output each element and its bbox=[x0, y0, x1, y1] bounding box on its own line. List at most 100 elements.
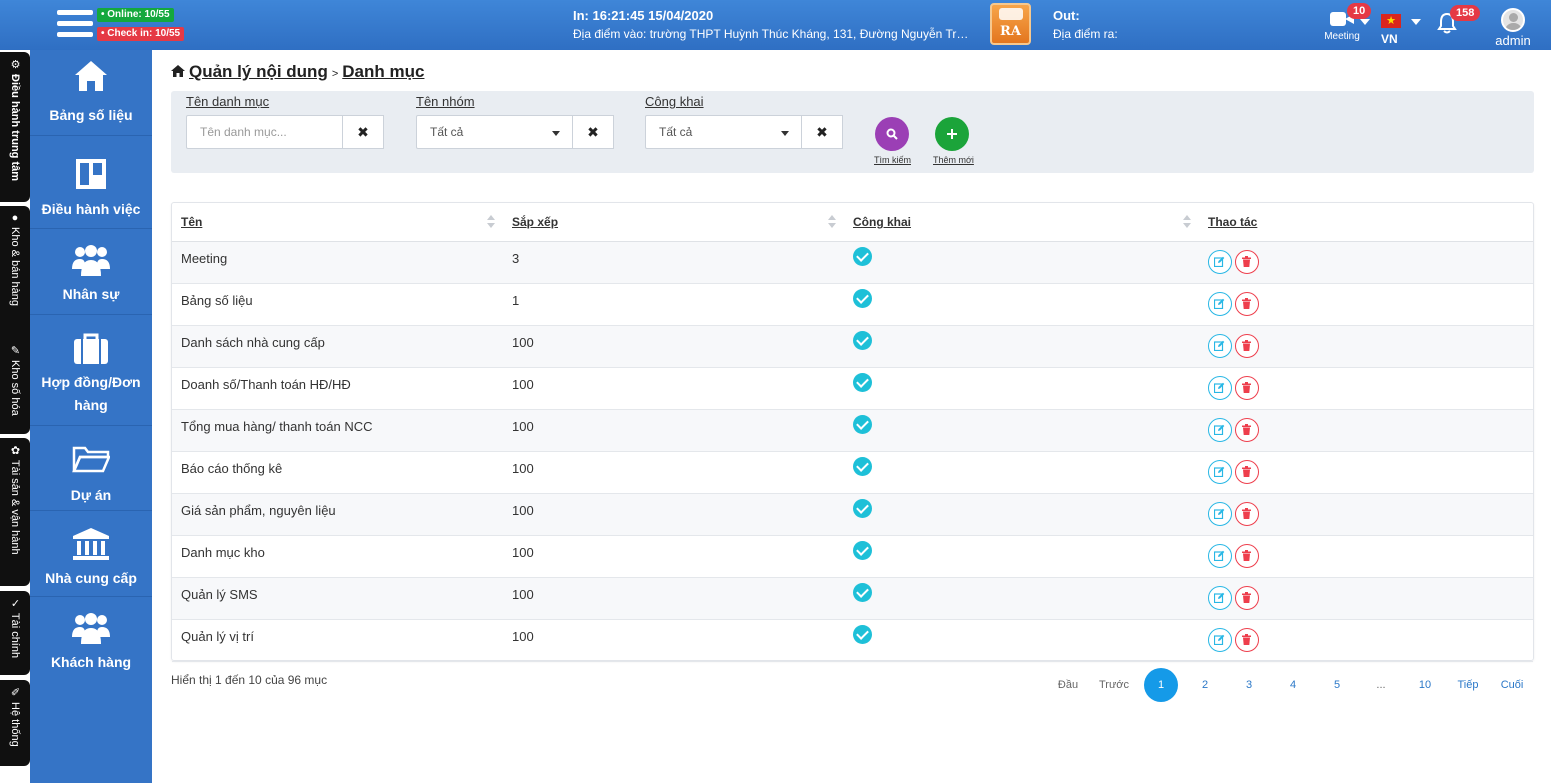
delete-button[interactable] bbox=[1235, 502, 1259, 526]
page-next-button[interactable]: Tiếp bbox=[1453, 668, 1483, 702]
online-status-badge: • Online: 10/55 bbox=[97, 8, 174, 22]
cell-order: 100 bbox=[503, 493, 844, 536]
sort-icon[interactable] bbox=[1183, 215, 1191, 229]
page-button-1[interactable]: 1 bbox=[1144, 668, 1178, 702]
delete-button[interactable] bbox=[1235, 544, 1259, 568]
module-tab-tai-san[interactable]: ✿ Tài sản & vận hành bbox=[0, 438, 30, 586]
breadcrumb-separator: > bbox=[331, 68, 339, 80]
search-button-label[interactable]: Tìm kiếm bbox=[874, 155, 911, 165]
sidebar-item-khach-hang[interactable]: Khách hàng bbox=[30, 597, 152, 683]
cell-name: Quản lý vị trí bbox=[172, 619, 503, 662]
breadcrumb-parent[interactable]: Quản lý nội dung bbox=[189, 62, 328, 81]
column-header-name[interactable]: Tên bbox=[172, 203, 503, 242]
delete-button[interactable] bbox=[1235, 628, 1259, 652]
group-select[interactable]: Tất cả ✖ bbox=[416, 115, 614, 149]
delete-button[interactable] bbox=[1235, 376, 1259, 400]
avatar bbox=[1501, 8, 1525, 32]
column-header-public[interactable]: Công khai bbox=[844, 203, 1199, 242]
page-last-button[interactable]: Cuối bbox=[1497, 668, 1527, 702]
page-button-3[interactable]: 3 bbox=[1234, 668, 1264, 702]
table-row: Doanh số/Thanh toán HĐ/HĐ 100 bbox=[172, 367, 1533, 410]
delete-button[interactable] bbox=[1235, 334, 1259, 358]
clear-name-button[interactable]: ✖ bbox=[342, 115, 384, 149]
cell-order: 100 bbox=[503, 577, 844, 620]
page-button-10[interactable]: 10 bbox=[1410, 668, 1440, 702]
public-select-value: Tất cả bbox=[659, 125, 693, 139]
delete-button[interactable] bbox=[1235, 586, 1259, 610]
cell-actions bbox=[1199, 409, 1533, 452]
home-icon[interactable] bbox=[171, 65, 185, 77]
column-header-label: Thao tác bbox=[1208, 214, 1258, 229]
edit-button[interactable] bbox=[1208, 586, 1232, 610]
page-button-2[interactable]: 2 bbox=[1190, 668, 1220, 702]
group-select-value: Tất cả bbox=[430, 125, 464, 139]
language-label[interactable]: VN bbox=[1381, 32, 1398, 46]
edit-button[interactable] bbox=[1208, 334, 1232, 358]
edit-button[interactable] bbox=[1208, 460, 1232, 484]
row-name: Tổng mua hàng/ thanh toán NCC bbox=[181, 418, 373, 434]
vietnam-flag-icon[interactable]: ★ bbox=[1381, 14, 1401, 28]
trash-icon bbox=[1242, 592, 1251, 603]
delete-button[interactable] bbox=[1235, 460, 1259, 484]
module-tab-he-thong[interactable]: ✐ Hệ thống bbox=[0, 680, 30, 766]
delete-button[interactable] bbox=[1235, 418, 1259, 442]
sort-icon[interactable] bbox=[828, 215, 836, 229]
breadcrumb-current[interactable]: Danh mục bbox=[342, 62, 424, 81]
sidebar-item-nhan-su[interactable]: Nhân sự bbox=[30, 229, 152, 315]
page-prev-button[interactable]: Trước bbox=[1096, 668, 1132, 702]
page-button-5[interactable]: 5 bbox=[1322, 668, 1352, 702]
module-tab-kho-so-hoa[interactable]: ✎ Kho số hóa bbox=[0, 338, 30, 434]
language-chevron-down-icon[interactable] bbox=[1411, 19, 1421, 25]
cell-actions bbox=[1199, 493, 1533, 536]
row-name: Quản lý vị trí bbox=[181, 628, 254, 644]
module-tab-dieu-hanh[interactable]: ⚙ Điều hành trung tâm bbox=[0, 52, 30, 202]
cell-order: 100 bbox=[503, 409, 844, 452]
edit-button[interactable] bbox=[1208, 628, 1232, 652]
delete-button[interactable] bbox=[1235, 292, 1259, 316]
add-new-button-label[interactable]: Thêm mới bbox=[933, 155, 974, 165]
edit-icon bbox=[1214, 382, 1225, 393]
edit-button[interactable] bbox=[1208, 292, 1232, 316]
meeting-count-badge: 10 bbox=[1347, 3, 1372, 19]
column-header-order[interactable]: Sắp xếp bbox=[503, 203, 844, 242]
page-button-4[interactable]: 4 bbox=[1278, 668, 1308, 702]
sidebar: Bảng số liệu Điều hành việc Nhân sự Hợp … bbox=[30, 50, 152, 783]
sort-icon[interactable] bbox=[487, 215, 495, 229]
clear-group-button[interactable]: ✖ bbox=[572, 115, 614, 149]
user-menu[interactable]: admin bbox=[1492, 8, 1534, 48]
meeting-chevron-down-icon[interactable] bbox=[1360, 19, 1370, 25]
edit-button[interactable] bbox=[1208, 376, 1232, 400]
table-row: Quản lý SMS 100 bbox=[172, 577, 1533, 620]
menu-toggle-icon[interactable] bbox=[57, 10, 93, 40]
delete-button[interactable] bbox=[1235, 250, 1259, 274]
pagination-info: Hiển thị 1 đến 10 của 96 mục bbox=[171, 673, 328, 687]
module-tab-label: ✎ Kho số hóa bbox=[9, 344, 21, 416]
app-logo[interactable]: RA bbox=[990, 3, 1031, 45]
edit-button[interactable] bbox=[1208, 502, 1232, 526]
edit-button[interactable] bbox=[1208, 544, 1232, 568]
edit-button[interactable] bbox=[1208, 418, 1232, 442]
page-first-button[interactable]: Đầu bbox=[1052, 668, 1084, 702]
cell-actions bbox=[1199, 577, 1533, 620]
sidebar-item-du-an[interactable]: Dự án bbox=[30, 425, 152, 511]
cell-name: Doanh số/Thanh toán HĐ/HĐ bbox=[172, 367, 503, 410]
briefcase-icon bbox=[74, 333, 108, 364]
sidebar-item-label: Nhân sự bbox=[62, 286, 120, 302]
cell-public bbox=[844, 451, 1199, 494]
search-button[interactable] bbox=[875, 117, 909, 151]
page-ellipsis: ... bbox=[1376, 679, 1386, 691]
logo-text: RA bbox=[1000, 24, 1021, 39]
public-label: Công khai bbox=[645, 94, 704, 109]
sidebar-item-dieu-hanh-viec[interactable]: Điều hành việc bbox=[30, 136, 152, 229]
edit-button[interactable] bbox=[1208, 250, 1232, 274]
add-new-button[interactable] bbox=[935, 117, 969, 151]
category-name-input[interactable]: Tên danh mục... ✖ bbox=[186, 115, 384, 149]
sidebar-item-nha-cung-cap[interactable]: Nhà cung cấp bbox=[30, 511, 152, 597]
clear-public-button[interactable]: ✖ bbox=[801, 115, 843, 149]
module-tab-tai-chinh[interactable]: ✓ Tài chính bbox=[0, 591, 30, 675]
row-order: 100 bbox=[512, 376, 534, 392]
edit-icon bbox=[1214, 298, 1225, 309]
check-circle-icon bbox=[853, 499, 872, 518]
public-select[interactable]: Tất cả ✖ bbox=[645, 115, 843, 149]
sidebar-item-bang-so-lieu[interactable]: Bảng số liệu bbox=[30, 50, 152, 136]
